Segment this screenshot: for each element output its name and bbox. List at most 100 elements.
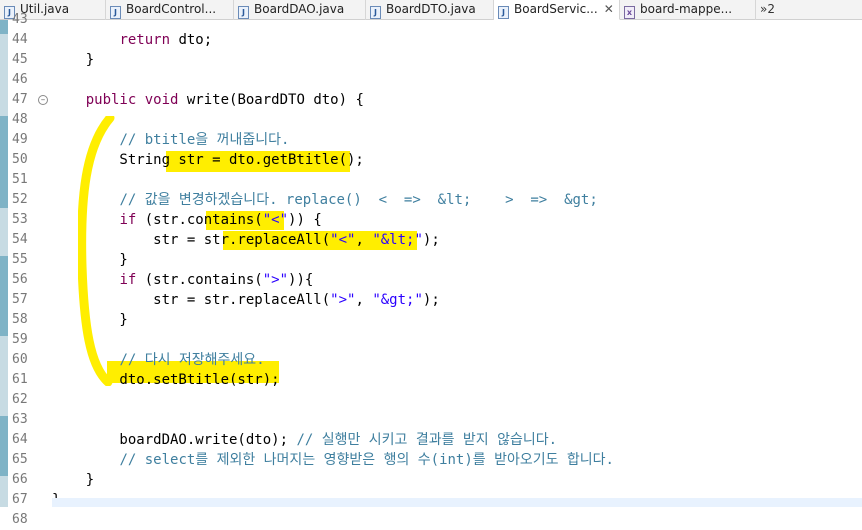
code-line[interactable]: 55 } [0,250,862,270]
code-token: ); [422,232,440,248]
line-number: 68 [12,512,28,527]
line-number: 55 [12,252,28,267]
code-line[interactable]: 49 // btitle을 꺼내줍니다. [0,130,862,150]
code-line[interactable]: 48 [0,110,862,130]
code-line[interactable]: 45 } [0,50,862,70]
code-line[interactable]: 66 } [0,470,862,490]
code-line[interactable]: 63 [0,410,862,430]
comment-token: // 다시 저장해주세요. [119,352,265,368]
code-line[interactable]: 59 [0,330,862,350]
fold-collapse-icon[interactable]: − [38,95,48,105]
code-line[interactable]: 47− public void write(BoardDTO dto) { [0,90,862,110]
code-token: (str.contains( [136,272,263,288]
code-token: )) { [288,212,322,228]
line-number: 58 [12,312,28,327]
code-line[interactable]: 44 return dto; [0,30,862,50]
code-line[interactable]: 57 str = str.replaceAll(">", "&gt;"); [0,290,862,310]
line-number: 48 [12,112,28,127]
code-line[interactable]: 56 if (str.contains(">")){ [0,270,862,290]
string-token: ">" [330,292,356,308]
code-line[interactable]: 51 [0,170,862,190]
line-number: 50 [12,152,28,167]
code-token: ); [422,292,440,308]
code-text: } [52,50,94,70]
comment-token: // select를 제외한 나머지는 영향받은 행의 수(int)를 받아오기… [119,452,614,468]
code-text: String str = dto.getBtitle(); [52,150,364,170]
code-token: dto; [170,32,213,48]
code-text: } [52,250,128,270]
comment-token: // btitle을 꺼내줍니다. [119,132,290,148]
line-number: 59 [12,332,28,347]
current-line-highlight [52,498,862,507]
code-token: String str = dto.getBtitle(); [52,152,364,168]
string-token: "&gt;" [372,292,423,308]
comment-token: // 값을 변경하겠습니다. replace() < => &lt; > => … [119,192,598,208]
string-token: ">" [262,272,289,288]
line-number: 43 [12,12,28,27]
line-number: 51 [12,172,28,187]
line-number: 64 [12,432,28,447]
code-text: // btitle을 꺼내줍니다. [52,130,289,150]
code-line[interactable]: 60 // 다시 저장해주세요. [0,350,862,370]
keyword-token: if [119,272,137,288]
line-number: 66 [12,472,28,487]
code-line[interactable]: 50 String str = dto.getBtitle(); [0,150,862,170]
code-text: if (str.contains(">")){ [52,270,313,290]
code-text: boardDAO.write(dto); // 실행만 시키고 결과를 받지 않… [52,430,557,450]
code-text: public void write(BoardDTO dto) { [52,90,364,110]
code-text: } [52,310,128,330]
code-token: dto.setBtitle(str); [52,372,280,388]
line-number: 62 [12,392,28,407]
code-text: return dto; [52,30,212,50]
code-token: , [355,232,373,248]
code-token: str = str.replaceAll( [52,232,331,248]
code-text: dto.setBtitle(str); [52,370,280,390]
code-text: if (str.contains("<")) { [52,210,322,230]
code-line[interactable]: 62 [0,390,862,410]
code-line[interactable]: 43 [0,10,862,30]
code-line[interactable]: 64 boardDAO.write(dto); // 실행만 시키고 결과를 받… [0,430,862,450]
code-line[interactable]: 53 if (str.contains("<")) { [0,210,862,230]
code-token: str = str.replaceAll( [52,292,331,308]
code-line[interactable]: 52 // 값을 변경하겠습니다. replace() < => &lt; > … [0,190,862,210]
keyword-token: return [119,32,171,48]
code-line[interactable]: 46 [0,70,862,90]
code-editor[interactable]: 43 44 return dto; 45 } 46 47− public void wr… [0,12,862,527]
line-number: 65 [12,452,28,467]
keyword-token: if [119,212,137,228]
code-line[interactable]: 54 str = str.replaceAll("<", "&lt;"); [0,230,862,250]
code-line[interactable]: 58 } [0,310,862,330]
code-token: } [52,312,128,328]
code-line[interactable]: 68 [0,510,862,530]
line-number: 46 [12,72,28,87]
code-text: // 값을 변경하겠습니다. replace() < => &lt; > => … [52,190,598,210]
code-token: , [355,292,373,308]
line-number: 44 [12,32,28,47]
code-token: boardDAO.write(dto); [52,432,297,448]
code-token: } [52,252,128,268]
line-number: 63 [12,412,28,427]
code-text: } [52,470,94,490]
code-line[interactable]: 65 // select를 제외한 나머지는 영향받은 행의 수(int)를 받… [0,450,862,470]
line-number: 60 [12,352,28,367]
line-number: 53 [12,212,28,227]
code-token: } [52,52,95,68]
code-token: write(BoardDTO dto) { [178,92,364,108]
code-text: // select를 제외한 나머지는 영향받은 행의 수(int)를 받아오기… [52,450,614,470]
line-number: 67 [12,492,28,507]
keyword-token: public [85,92,137,108]
line-number: 56 [12,272,28,287]
code-text: str = str.replaceAll(">", "&gt;"); [52,290,440,310]
line-number: 57 [12,292,28,307]
code-token: } [52,472,95,488]
code-line[interactable]: 61 dto.setBtitle(str); [0,370,862,390]
